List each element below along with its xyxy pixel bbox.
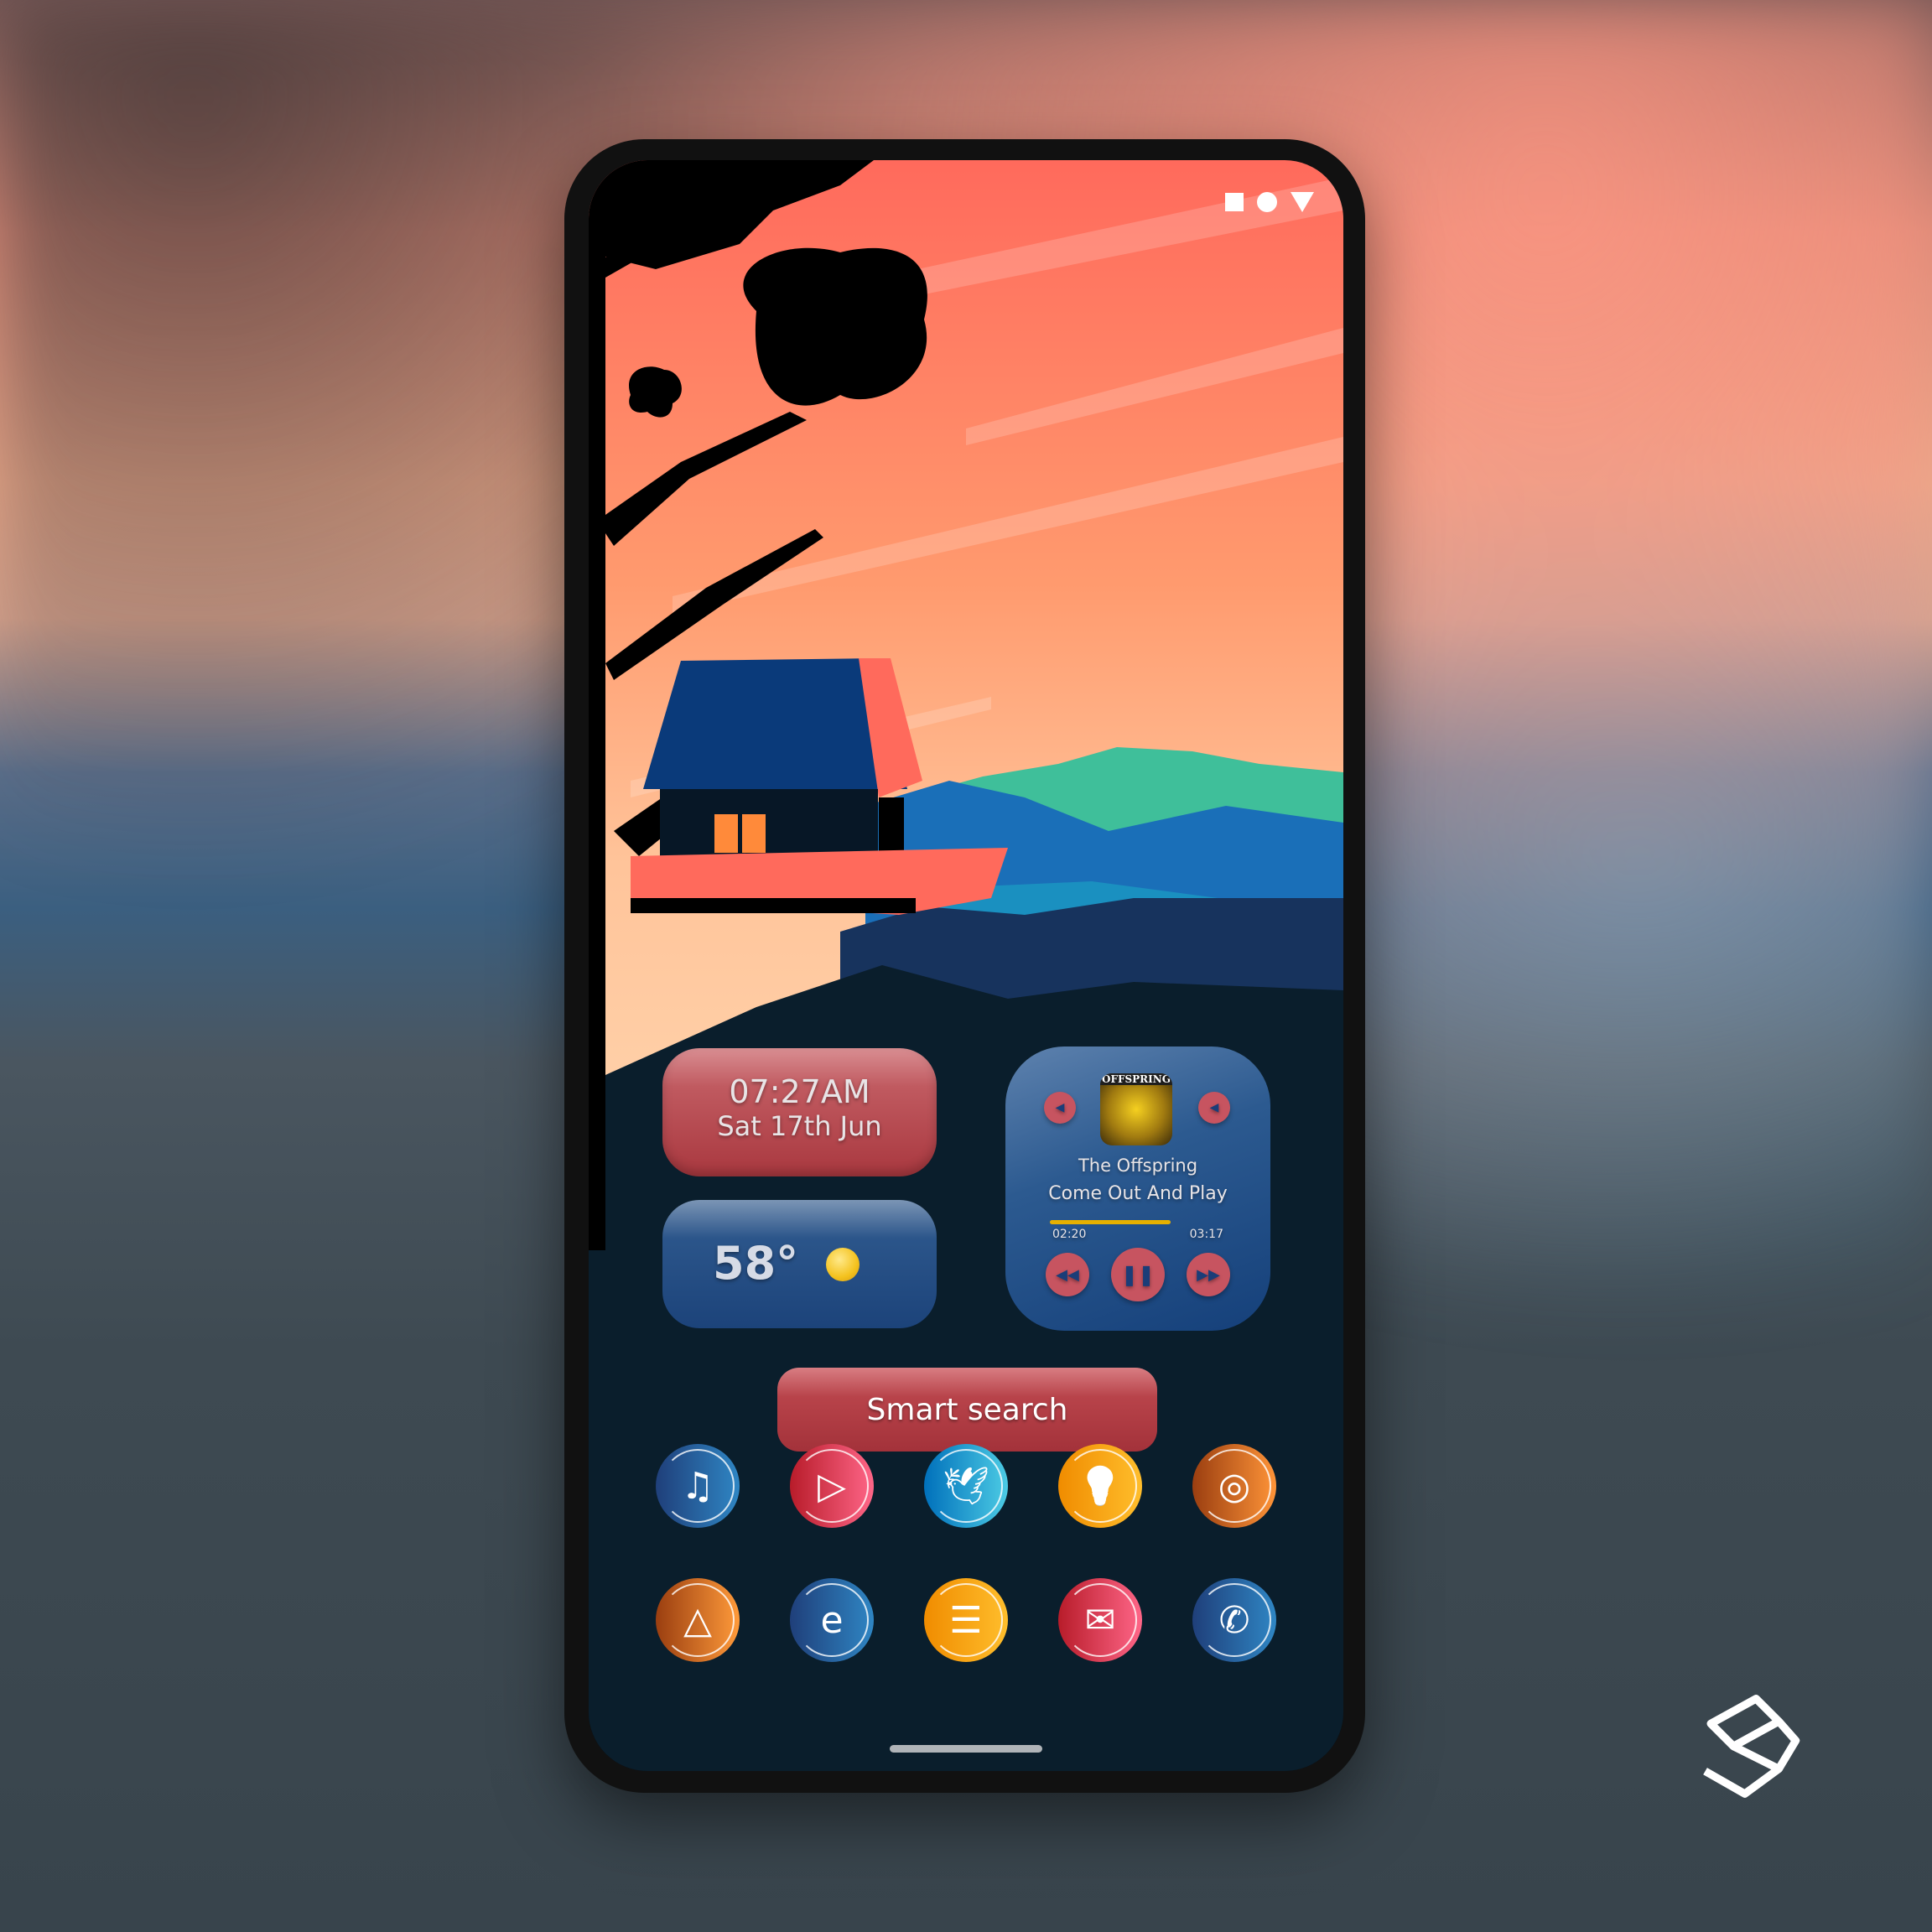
progress-bar[interactable] [1050,1220,1171,1224]
app-gallery[interactable]: △ [656,1578,740,1662]
bird-icon: 🕊 [943,1465,989,1508]
speaker-icon: ◀ [1055,1101,1065,1114]
app-youtube[interactable]: ▷ [790,1444,874,1528]
fast-forward-icon: ▶▶ [1197,1265,1220,1284]
phone-frame: 07:27AM Sat 17th Jun 58° OFFSPRING ◀ ◀ T… [564,139,1365,1793]
triangle-icon [1291,192,1314,212]
circle-icon [1257,192,1277,212]
image-icon: △ [683,1598,712,1642]
app-twitter[interactable]: 🕊 [924,1444,1008,1528]
clock-date: Sat 17th Jun [717,1110,882,1142]
song-title: Come Out And Play [1048,1183,1228,1204]
rewind-button[interactable]: ◀◀ [1046,1253,1089,1296]
app-messages[interactable]: ☰ [924,1578,1008,1662]
rewind-icon: ◀◀ [1056,1265,1079,1284]
square-icon [1225,193,1244,211]
app-music[interactable]: ♫ [656,1444,740,1528]
home-screen: 07:27AM Sat 17th Jun 58° OFFSPRING ◀ ◀ T… [589,160,1343,1771]
artist-name: The Offspring [1078,1156,1198,1176]
clock-time: 07:27AM [729,1073,870,1110]
camera-icon: ◎ [1218,1464,1251,1508]
play-icon: ▷ [818,1464,846,1508]
lightbulb-icon: 💡 [1077,1465,1124,1508]
music-widget: OFFSPRING ◀ ◀ The Offspring Come Out And… [1005,1046,1270,1331]
weather-widget[interactable]: 58° [662,1200,937,1328]
edge-icon: e [820,1598,844,1642]
wallpaper [589,160,1343,1771]
app-camera[interactable]: ◎ [1192,1444,1276,1528]
duration: 03:17 [1189,1228,1223,1241]
brand-logo-icon [1703,1695,1800,1798]
temperature: 58° [713,1237,799,1290]
app-email[interactable]: ✉ [1058,1578,1142,1662]
mail-icon: ✉ [1084,1598,1116,1642]
app-keep[interactable]: 💡 [1058,1444,1142,1528]
phone-icon: ✆ [1218,1598,1250,1642]
app-edge[interactable]: e [790,1578,874,1662]
album-art[interactable]: OFFSPRING [1100,1073,1172,1145]
sun-icon [826,1248,860,1281]
volume-up-button[interactable]: ◀ [1198,1092,1230,1124]
volume-down-button[interactable]: ◀ [1044,1092,1076,1124]
pause-icon: ❚❚ [1120,1263,1156,1286]
music-note-icon: ♫ [681,1464,714,1508]
message-icon: ☰ [949,1598,983,1642]
app-phone[interactable]: ✆ [1192,1578,1276,1662]
clock-widget[interactable]: 07:27AM Sat 17th Jun [662,1048,937,1176]
fast-forward-button[interactable]: ▶▶ [1187,1253,1230,1296]
speaker-icon: ◀ [1209,1101,1219,1114]
home-indicator[interactable] [890,1745,1042,1753]
pause-button[interactable]: ❚❚ [1111,1248,1165,1301]
status-bar [1225,192,1314,212]
elapsed-time: 02:20 [1052,1228,1087,1241]
smart-search-button[interactable]: Smart search [777,1368,1157,1452]
